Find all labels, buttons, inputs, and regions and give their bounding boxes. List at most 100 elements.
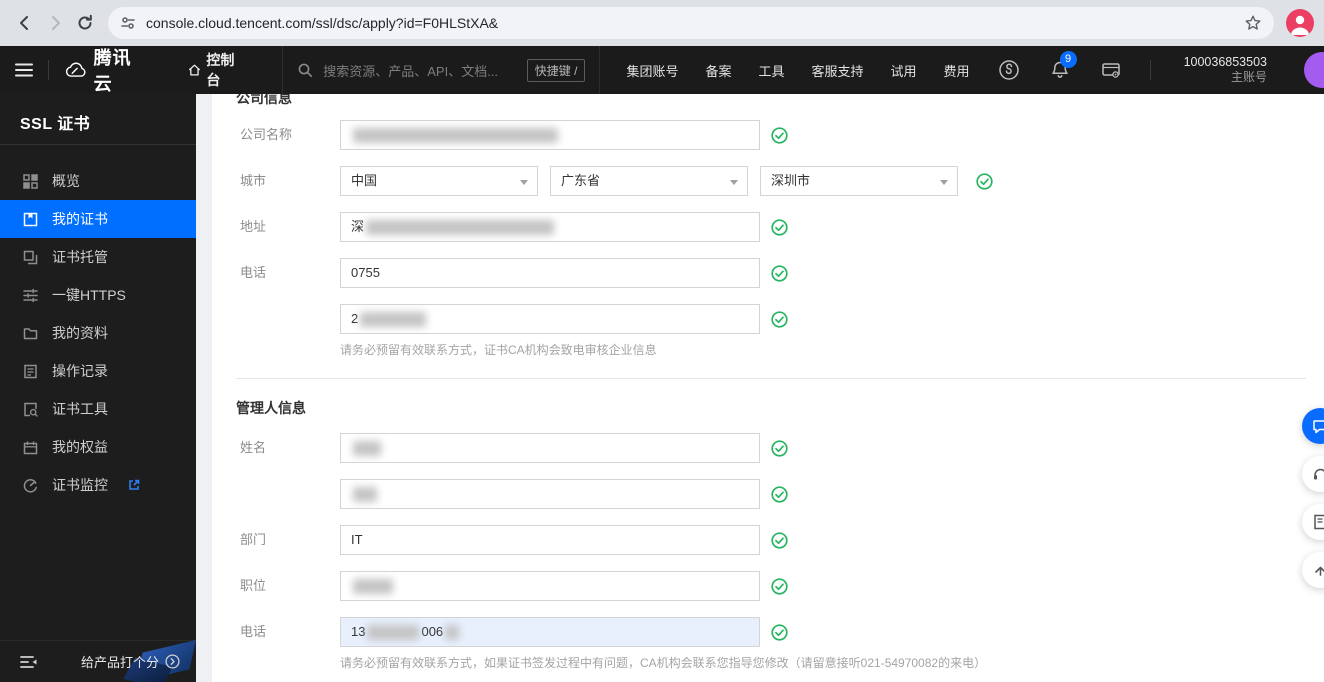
manager-phone-mid: 006 [421, 624, 444, 639]
company-name-input[interactable] [340, 120, 760, 150]
valid-check-icon [771, 440, 788, 457]
valid-check-icon [771, 311, 788, 328]
sidebar-collapse-icon[interactable] [20, 655, 38, 669]
valid-check-icon [771, 532, 788, 549]
company-contact-hint: 请务必预留有效联系方式，证书CA机构会致电审核企业信息 [340, 343, 657, 357]
sidebar-item-label: 操作记录 [52, 363, 108, 379]
redacted-phone-end [445, 625, 460, 641]
valid-check-icon [771, 624, 788, 641]
nav-item-billing[interactable]: 费用 [944, 61, 970, 80]
manager-phone-input[interactable]: 13 006 [340, 617, 760, 647]
company-section-title: 公司信息 [236, 94, 292, 106]
redacted-position [353, 579, 393, 595]
one-click-https-icon [22, 287, 38, 303]
valid-check-icon [771, 486, 788, 503]
sidebar-footer: 给产品打个分 [0, 639, 196, 682]
sidebar-item-label: 证书工具 [52, 401, 108, 417]
sidebar-item-label: 我的证书 [52, 211, 108, 227]
external-link-icon [128, 479, 140, 491]
sidebar-item-certificate-hosting[interactable]: 证书托管 [0, 238, 196, 276]
sidebar-item-label: 我的资料 [52, 325, 108, 341]
sidebar-item-certificate-monitor[interactable]: 证书监控 [0, 466, 196, 504]
sidebar-item-one-click-https[interactable]: 一键HTTPS [0, 276, 196, 314]
url-text[interactable]: console.cloud.tencent.com/ssl/dsc/apply?… [146, 15, 1244, 31]
position-input[interactable] [340, 571, 760, 601]
position-label: 职位 [240, 578, 267, 593]
nav-right-group: 集团账号 备案 工具 客服支持 试用 费用 9 100036853503 主账号 [626, 51, 1324, 88]
sidebar-item-overview[interactable]: 概览 [0, 162, 196, 200]
company-contact-input[interactable]: 2 [340, 304, 760, 334]
arrow-circle-icon [165, 654, 180, 669]
browser-back-button[interactable] [10, 8, 40, 38]
contact-visible-text: 2 [351, 311, 359, 326]
nav-item-icp[interactable]: 备案 [705, 61, 731, 80]
account-avatar[interactable] [1304, 52, 1324, 88]
sidebar-item-label: 证书监控 [52, 477, 108, 493]
manager-phone-prefix: 13 [351, 624, 366, 639]
nav-item-group-account[interactable]: 集团账号 [626, 61, 678, 80]
my-profile-icon [22, 325, 38, 341]
address-input[interactable]: 深 [340, 212, 760, 242]
redacted-company-name [353, 128, 558, 144]
company-phone-input[interactable]: 0755 [340, 258, 760, 288]
browser-address-bar[interactable]: console.cloud.tencent.com/ssl/dsc/apply?… [108, 7, 1274, 39]
sidebar: SSL 证书 概览 我的证书 证书托管 一键HTTPS 我的资料 操作记录 证书… [0, 94, 196, 682]
nav-item-tools[interactable]: 工具 [759, 61, 785, 80]
browser-reload-button[interactable] [70, 8, 100, 38]
sidebar-item-my-benefits[interactable]: 我的权益 [0, 428, 196, 466]
browser-profile-avatar[interactable] [1286, 9, 1314, 37]
company-phone-label: 电话 [240, 265, 267, 280]
company-name-label: 公司名称 [240, 127, 293, 142]
sidebar-divider [0, 144, 196, 145]
console-home-link[interactable]: 控制台 [188, 50, 241, 90]
sidebar-item-operation-records[interactable]: 操作记录 [0, 352, 196, 390]
manager-name2-input[interactable] [340, 479, 760, 509]
nav-divider [47, 60, 49, 80]
valid-check-icon [976, 173, 993, 190]
country-select[interactable]: 中国 [340, 166, 538, 196]
nav-item-support[interactable]: 客服支持 [812, 61, 864, 80]
city-select[interactable]: 深圳市 [760, 166, 958, 196]
sidebar-item-my-certificates[interactable]: 我的证书 [0, 200, 196, 238]
content-left-gutter [196, 94, 212, 682]
sidebar-item-my-profile[interactable]: 我的资料 [0, 314, 196, 352]
assistant-icon[interactable] [997, 58, 1021, 82]
sidebar-item-label: 我的权益 [52, 439, 108, 455]
notification-bell-icon[interactable]: 9 [1048, 51, 1077, 82]
nav-item-trial[interactable]: 试用 [891, 61, 917, 80]
sidebar-menu: 概览 我的证书 证书托管 一键HTTPS 我的资料 操作记录 证书工具 我的权益… [0, 162, 196, 504]
rate-product-button[interactable]: 给产品打个分 [81, 652, 180, 671]
global-search-input[interactable]: 搜索资源、产品、API、文档... 快捷键 / [282, 46, 601, 94]
sidebar-item-label: 一键HTTPS [52, 287, 126, 303]
account-info[interactable]: 100036853503 主账号 [1184, 55, 1267, 85]
bookmark-star-icon[interactable] [1244, 14, 1262, 32]
account-id: 100036853503 [1183, 55, 1267, 69]
redacted-name2 [353, 487, 377, 503]
certificate-tools-icon [22, 401, 38, 417]
department-input[interactable]: IT [340, 525, 760, 555]
chat-icon [1312, 419, 1324, 433]
manager-name-input[interactable] [340, 433, 760, 463]
shortcut-key-badge: 快捷键 / [526, 58, 586, 82]
valid-check-icon [771, 219, 788, 236]
sidebar-item-label: 概览 [52, 173, 80, 189]
headset-icon [1313, 468, 1324, 479]
arrow-up-icon [1314, 566, 1324, 576]
manager-phone-label: 电话 [240, 624, 267, 639]
redacted-phone-mid [367, 625, 420, 641]
country-value: 中国 [351, 173, 378, 188]
province-select[interactable]: 广东省 [550, 166, 748, 196]
hamburger-menu-icon[interactable] [14, 58, 34, 82]
department-value: IT [351, 532, 363, 547]
tencent-cloud-logo[interactable]: 腾讯云 [65, 44, 140, 96]
section-divider [236, 378, 1306, 379]
city-value: 深圳市 [771, 173, 811, 188]
browser-forward-button[interactable] [40, 8, 70, 38]
manager-name-label: 姓名 [240, 440, 267, 455]
valid-check-icon [771, 578, 788, 595]
city-label: 城市 [240, 173, 267, 188]
site-info-icon[interactable] [120, 15, 136, 31]
console-settings-icon[interactable] [1099, 58, 1123, 82]
notification-count-badge: 9 [1059, 51, 1077, 68]
sidebar-item-certificate-tools[interactable]: 证书工具 [0, 390, 196, 428]
